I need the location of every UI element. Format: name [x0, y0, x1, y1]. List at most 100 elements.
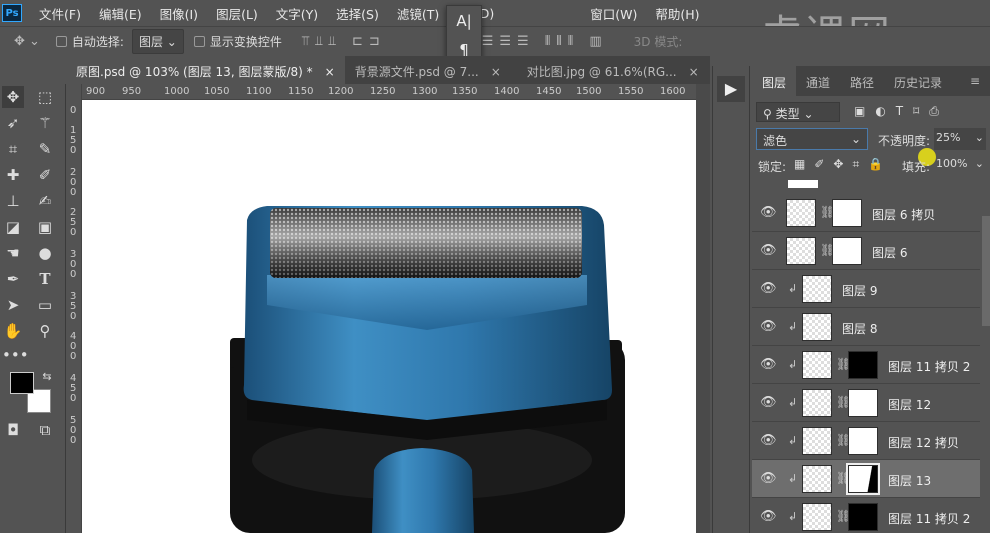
- show-transform-checkbox[interactable]: [193, 36, 205, 47]
- gradient-tool-icon[interactable]: ▣: [34, 216, 56, 238]
- visibility-eye-icon[interactable]: 👁: [760, 433, 777, 448]
- layer-name[interactable]: 图层 6: [872, 244, 907, 261]
- layer-mask-thumbnail[interactable]: [832, 237, 862, 265]
- visibility-eye-icon[interactable]: 👁: [760, 509, 777, 524]
- swap-colors-icon[interactable]: ⇆: [36, 366, 58, 388]
- menu-help[interactable]: 帮助(H): [655, 4, 699, 23]
- tab-paths[interactable]: 路径: [840, 66, 884, 96]
- menu-edit[interactable]: 编辑(E): [99, 4, 142, 23]
- close-icon[interactable]: ×: [325, 65, 335, 79]
- smudge-tool-icon[interactable]: ☚: [2, 242, 24, 264]
- doc-tab-background[interactable]: 背景源文件.psd @ 7... ×: [345, 56, 517, 84]
- brush-tool-icon[interactable]: ✐: [34, 164, 56, 186]
- ruler-label: 200: [70, 167, 77, 198]
- menu-filter[interactable]: 滤镜(T): [397, 4, 439, 23]
- visibility-eye-icon[interactable]: 👁: [760, 471, 777, 486]
- layer-mask-thumbnail[interactable]: [848, 503, 878, 531]
- align-icons[interactable]: ⫪⫫⫫ ⊏⊐: [302, 34, 386, 49]
- lock-icons[interactable]: ▦✐✥⌗🔒: [794, 157, 892, 172]
- history-brush-icon[interactable]: ✍: [34, 190, 56, 212]
- layer-row[interactable]: 👁 ⛓ 图层 6 拷贝: [752, 194, 980, 232]
- play-actions-icon[interactable]: ▶: [717, 76, 745, 102]
- tab-layers[interactable]: 图层: [752, 66, 797, 96]
- hand-tool-icon[interactable]: ✋: [2, 320, 24, 342]
- doc-tab-compare[interactable]: 对比图.jpg @ 61.6%(RG... ×: [517, 56, 709, 84]
- layer-name[interactable]: 图层 9: [842, 282, 877, 299]
- layer-row[interactable]: 👁 ↲ 图层 9: [752, 270, 980, 308]
- stamp-tool-icon[interactable]: ⊥: [2, 190, 24, 212]
- more-tools-icon[interactable]: •••: [2, 344, 29, 366]
- layer-name[interactable]: 图层 13: [888, 472, 931, 489]
- layer-mask-thumbnail[interactable]: [848, 351, 878, 379]
- visibility-eye-icon[interactable]: 👁: [760, 319, 777, 334]
- menu-image[interactable]: 图像(I): [160, 4, 198, 23]
- layers-scrollbar[interactable]: [982, 216, 990, 326]
- layer-row[interactable]: 👁 ↲ ⛓ 图层 11 拷贝 2: [752, 498, 980, 533]
- layer-row[interactable]: 👁 ⛓ 图层 6: [752, 232, 980, 270]
- quick-mask-icon[interactable]: ◘: [2, 419, 24, 441]
- eraser-tool-icon[interactable]: ◪: [2, 216, 24, 238]
- character-icon[interactable]: A|: [456, 12, 471, 30]
- eyedropper-icon[interactable]: ✎: [34, 138, 56, 160]
- ruler-label: 1550: [618, 86, 644, 97]
- blend-mode-value: 滤色: [763, 134, 788, 148]
- layer-row[interactable]: 👁 ↲ 图层 8: [752, 308, 980, 346]
- crop-tool-icon[interactable]: ⌗: [2, 138, 24, 160]
- visibility-eye-icon[interactable]: 👁: [760, 395, 777, 410]
- layer-name[interactable]: 图层 6 拷贝: [872, 206, 935, 223]
- screen-mode-icon[interactable]: ⧉: [34, 419, 56, 441]
- layer-name[interactable]: 图层 12: [888, 396, 931, 413]
- canvas-scrollbar[interactable]: [696, 84, 710, 533]
- zoom-tool-icon[interactable]: ⚲: [34, 320, 56, 342]
- close-icon[interactable]: ×: [689, 65, 699, 79]
- magic-wand-icon[interactable]: ⚚: [34, 112, 56, 134]
- doc-tab-original[interactable]: 原图.psd @ 103% (图层 13, 图层蒙版/8) * ×: [66, 56, 345, 84]
- menu-select[interactable]: 选择(S): [336, 4, 379, 23]
- move-tool-icon[interactable]: ✥: [2, 86, 24, 108]
- healing-brush-icon[interactable]: ✚: [2, 164, 24, 186]
- layer-row[interactable]: 👁 ↲ ⛓ 图层 12: [752, 384, 980, 422]
- fill-field[interactable]: 100% ⌄: [934, 154, 986, 176]
- visibility-eye-icon[interactable]: 👁: [760, 205, 777, 220]
- menu-layer[interactable]: 图层(L): [216, 4, 258, 23]
- layer-name[interactable]: 图层 12 拷贝: [888, 434, 959, 451]
- foreground-color-swatch[interactable]: [10, 372, 34, 394]
- auto-select-dropdown[interactable]: 图层 ⌄: [131, 29, 184, 54]
- layer-mask-thumbnail[interactable]: [848, 427, 878, 455]
- menu-type[interactable]: 文字(Y): [276, 4, 318, 23]
- visibility-eye-icon[interactable]: 👁: [760, 281, 777, 296]
- layer-row[interactable]: 👁 ↲ ⛓ 图层 12 拷贝: [752, 422, 980, 460]
- layer-mask-thumbnail[interactable]: [832, 199, 862, 227]
- dodge-tool-icon[interactable]: ●: [34, 242, 56, 264]
- panel-menu-icon[interactable]: ≡: [960, 66, 990, 96]
- layer-row[interactable]: 👁 ↲ ⛓ 图层 13: [752, 460, 980, 498]
- close-icon[interactable]: ×: [491, 65, 501, 79]
- document-canvas[interactable]: [82, 100, 696, 533]
- auto-select-checkbox[interactable]: [55, 36, 67, 47]
- tab-history[interactable]: 历史记录: [884, 66, 952, 96]
- layer-mask-thumbnail[interactable]: [846, 463, 880, 495]
- opacity-field[interactable]: 25% ⌄: [934, 128, 986, 150]
- visibility-eye-icon[interactable]: 👁: [760, 243, 777, 258]
- layer-name[interactable]: 图层 11 拷贝 2: [888, 358, 970, 375]
- menu-window[interactable]: 窗口(W): [590, 4, 637, 23]
- pen-tool-icon[interactable]: ✒: [2, 268, 24, 290]
- auto-select-label: 自动选择:: [71, 35, 124, 49]
- move-tool-icon[interactable]: ✥ ⌄: [14, 34, 40, 49]
- lasso-tool-icon[interactable]: ➶: [2, 112, 24, 134]
- layer-row[interactable]: 👁 ↲ ⛓ 图层 11 拷贝 2: [752, 346, 980, 384]
- type-tool-icon[interactable]: T: [34, 268, 56, 290]
- layer-filter-dropdown[interactable]: ⚲ 类型 ⌄: [756, 102, 840, 122]
- layer-mask-thumbnail[interactable]: [848, 389, 878, 417]
- visibility-eye-icon[interactable]: 👁: [760, 357, 777, 372]
- path-select-icon[interactable]: ➤: [2, 294, 24, 316]
- layer-name[interactable]: 图层 11 拷贝 2: [888, 510, 970, 527]
- filter-type-icons[interactable]: ▣◐T⌑⎙: [854, 104, 949, 119]
- blend-mode-dropdown[interactable]: 滤色 ⌄: [756, 128, 868, 150]
- rectangle-tool-icon[interactable]: ▭: [34, 294, 56, 316]
- menu-file[interactable]: 文件(F): [39, 4, 81, 23]
- tab-channels[interactable]: 通道: [796, 66, 840, 96]
- layer-name[interactable]: 图层 8: [842, 320, 877, 337]
- marquee-tool-icon[interactable]: ⬚: [34, 86, 56, 108]
- distribute-icons[interactable]: ☰☰☰ ⫴⫴⫴ ▥: [482, 34, 608, 49]
